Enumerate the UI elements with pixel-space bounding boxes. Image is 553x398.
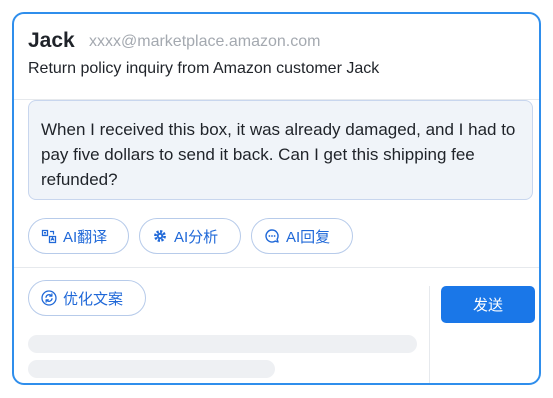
email-reply-card: Jack xxxx@marketplace.amazon.com Return … xyxy=(12,12,541,385)
ai-translate-label: AI翻译 xyxy=(63,228,108,246)
loading-placeholder-line xyxy=(28,335,417,353)
ai-analyze-label: AI分析 xyxy=(174,228,219,246)
ai-translate-button[interactable]: AI翻译 xyxy=(28,218,129,254)
optimize-copy-label: 优化文案 xyxy=(63,290,124,308)
optimize-copy-button[interactable]: 优化文案 xyxy=(28,280,146,316)
ai-analyze-button[interactable]: AI分析 xyxy=(139,218,241,254)
ai-reply-label: AI回复 xyxy=(286,228,331,246)
email-subject: Return policy inquiry from Amazon custom… xyxy=(28,60,380,77)
sender-name: Jack xyxy=(28,29,75,52)
sender-email: xxxx@marketplace.amazon.com xyxy=(89,33,321,50)
loading-placeholder-line xyxy=(28,360,275,378)
gear-icon xyxy=(154,230,166,242)
chat-bubble-icon xyxy=(265,229,279,243)
refresh-icon xyxy=(41,290,57,306)
translate-icon xyxy=(41,229,57,244)
composer-divider xyxy=(14,267,539,268)
composer-vertical-divider xyxy=(429,286,430,383)
ai-reply-button[interactable]: AI回复 xyxy=(251,218,353,254)
customer-message: When I received this box, it was already… xyxy=(28,100,533,200)
send-button[interactable]: 发送 xyxy=(441,286,535,323)
